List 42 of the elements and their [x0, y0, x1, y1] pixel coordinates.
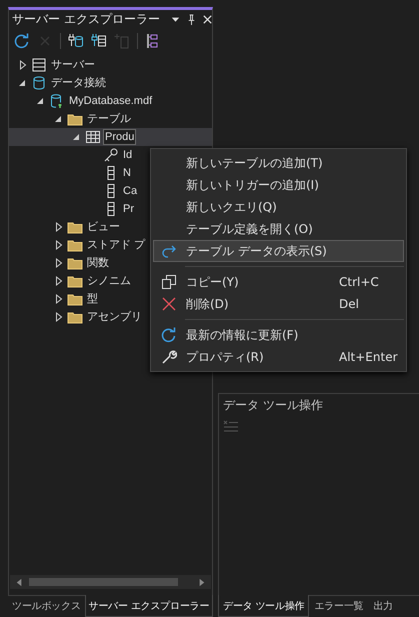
close-icon	[161, 296, 177, 312]
wrench-icon	[161, 349, 177, 365]
server-icon	[31, 57, 47, 73]
expand-arrow-icon[interactable]	[53, 311, 65, 323]
expand-arrow-icon[interactable]	[53, 239, 65, 251]
tab[interactable]: サーバー エクスプローラー	[84, 595, 214, 617]
refresh-icon	[161, 327, 177, 343]
menu-item[interactable]: テーブル データの表示(S)	[153, 240, 404, 262]
copy-icon	[161, 274, 177, 290]
menu-item[interactable]: テーブル定義を開く(O)	[153, 218, 404, 240]
horizontal-scrollbar[interactable]	[10, 575, 211, 589]
tree-item[interactable]: データ接続	[9, 74, 212, 92]
tab[interactable]: データ ツール操作	[218, 595, 310, 617]
menu-item[interactable]: 新しいトリガーの追加(I)	[153, 174, 404, 196]
tree-item[interactable]: Produ	[9, 128, 212, 146]
tab[interactable]: エラー一覧	[309, 596, 368, 617]
expand-arrow-icon[interactable]	[53, 221, 65, 233]
expand-arrow-icon[interactable]	[53, 257, 65, 269]
refresh-icon[interactable]	[14, 33, 30, 49]
connect-server-icon[interactable]	[91, 33, 107, 49]
panel-title: サーバー エクスプローラー	[12, 11, 160, 28]
menu-item[interactable]: プロパティ(R) Alt+Enter	[153, 346, 404, 368]
menu-item[interactable]: 新しいテーブルの追加(T)	[153, 152, 404, 174]
tab[interactable]: 出力	[368, 596, 398, 617]
table-icon	[85, 129, 101, 145]
tab[interactable]: ツールボックス	[8, 596, 85, 617]
connect-database-icon[interactable]	[68, 33, 84, 49]
tree-item[interactable]: MyDatabase.mdf	[9, 92, 212, 110]
menu-item[interactable]: 削除(D) Del	[153, 293, 404, 315]
menu-item[interactable]: 最新の情報に更新(F)	[153, 324, 404, 346]
tree-item[interactable]: テーブル	[9, 110, 212, 128]
panel-title: データ ツール操作	[223, 397, 324, 414]
expand-arrow-icon[interactable]	[53, 275, 65, 287]
menu-item[interactable]: コピー(Y) Ctrl+C	[153, 271, 404, 293]
tree-item[interactable]: サーバー	[9, 56, 212, 74]
close-icon[interactable]	[202, 14, 213, 25]
expand-arrow-icon[interactable]	[53, 293, 65, 305]
menu-item[interactable]: 新しいクエリ(Q)	[153, 196, 404, 218]
expand-arrow-icon[interactable]	[17, 59, 29, 71]
database-icon	[31, 75, 47, 91]
key-icon	[103, 147, 119, 163]
redo-arrow-icon	[161, 243, 177, 259]
